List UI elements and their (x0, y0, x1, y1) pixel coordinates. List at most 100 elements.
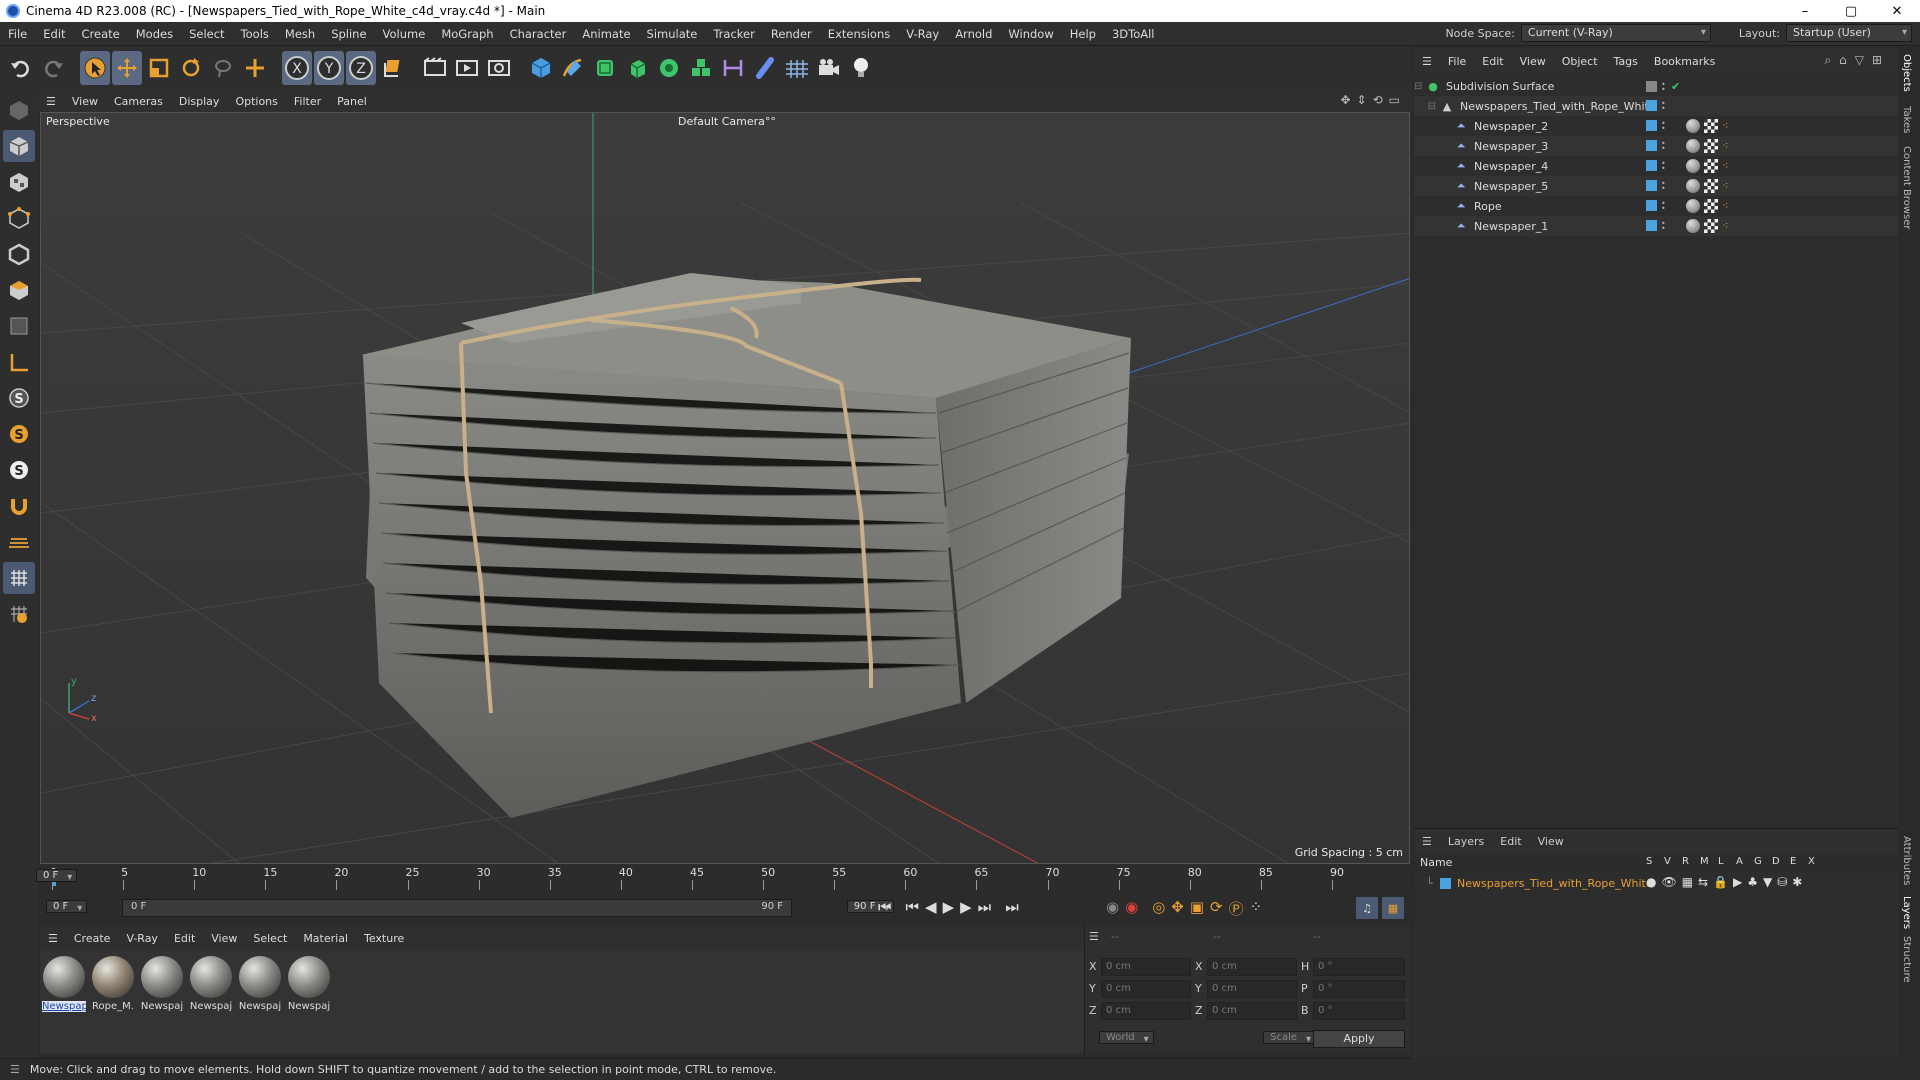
selection-tag-icon[interactable]: ⁖ (1722, 199, 1736, 213)
viewport-menu-options[interactable]: Options (227, 95, 285, 108)
tree-expander-icon[interactable]: ⊟ (1414, 81, 1422, 92)
menu-file[interactable]: File (0, 27, 35, 41)
rot-h-field[interactable]: 0 ° (1313, 958, 1405, 976)
menu-window[interactable]: Window (1000, 27, 1061, 41)
render-view-icon[interactable] (452, 51, 482, 85)
viewport-menu-icon[interactable]: ☰ (38, 95, 64, 108)
material-item[interactable]: Newspaj (287, 956, 331, 1012)
polygons-mode-icon[interactable] (3, 274, 35, 306)
viewport-menu-cameras[interactable]: Cameras (106, 95, 171, 108)
menu-extensions[interactable]: Extensions (820, 27, 898, 41)
viewport-menu-display[interactable]: Display (171, 95, 228, 108)
layer-tag-swatch[interactable] (1646, 200, 1657, 211)
uvw-tag-icon[interactable] (1704, 159, 1718, 173)
pen-icon[interactable] (558, 51, 588, 85)
floor-icon[interactable] (782, 51, 812, 85)
uvw-tag-icon[interactable] (1704, 179, 1718, 193)
apply-button[interactable]: Apply (1313, 1030, 1405, 1048)
layer-menu-layers[interactable]: Layers (1440, 835, 1492, 848)
menu-character[interactable]: Character (502, 27, 575, 41)
coord-scale-dropdown[interactable]: Scale (1263, 1031, 1317, 1044)
grid-icon[interactable] (3, 562, 35, 594)
menu-simulate[interactable]: Simulate (639, 27, 706, 41)
layer-tag-swatch[interactable] (1646, 120, 1657, 131)
viewport-menu-view[interactable]: View (64, 95, 106, 108)
layer-tag-swatch[interactable] (1646, 220, 1657, 231)
menu-modes[interactable]: Modes (128, 27, 181, 41)
timeline[interactable]: 051015202530354045505560657075808590 0 F (36, 864, 1410, 892)
cube-icon[interactable] (526, 51, 556, 85)
object-menu-edit[interactable]: Edit (1474, 55, 1511, 68)
selection-tag-icon[interactable]: ⁖ (1722, 219, 1736, 233)
material-item[interactable]: Rope_M. (91, 956, 135, 1012)
deformer-icon[interactable] (718, 51, 748, 85)
extrude-icon[interactable] (622, 51, 652, 85)
visibility-dots[interactable]: • • (1661, 119, 1667, 132)
material-menu-icon[interactable]: ☰ (40, 932, 66, 945)
material-item[interactable]: Newspaj (238, 956, 282, 1012)
object-row[interactable]: ⏶ Newspaper_1 • • ⁖ (1414, 216, 1898, 236)
object-menu-object[interactable]: Object (1554, 55, 1606, 68)
key-scale-icon[interactable]: ▣ (1190, 898, 1204, 919)
scale-icon[interactable] (144, 51, 174, 85)
material-tag-icon[interactable] (1686, 199, 1700, 213)
material-tag-icon[interactable] (1686, 179, 1700, 193)
x-axis-icon[interactable]: X (282, 51, 312, 85)
object-name[interactable]: Newspapers_Tied_with_Rope_White (1460, 100, 1656, 113)
key-parameter-icon[interactable]: Ⓟ (1229, 898, 1244, 919)
menu-help[interactable]: Help (1062, 27, 1104, 41)
material-item[interactable]: Newspaj (189, 956, 233, 1012)
material-tag-icon[interactable] (1686, 159, 1700, 173)
next-frame-icon[interactable]: ▶ (960, 898, 972, 916)
status-menu-icon[interactable]: ☰ (0, 1063, 30, 1076)
close-button[interactable]: ✕ (1874, 0, 1920, 22)
rot-b-field[interactable]: 0 ° (1313, 1002, 1405, 1020)
key-pla-icon[interactable]: ⁘ (1250, 898, 1263, 919)
redo-icon[interactable] (38, 51, 68, 85)
layer-menu-view[interactable]: View (1530, 835, 1572, 848)
menu-arnold[interactable]: Arnold (947, 27, 1000, 41)
uvw-tag-icon[interactable] (1704, 199, 1718, 213)
undo-icon[interactable] (6, 51, 36, 85)
object-row[interactable]: ⏶ Newspaper_5 • • ⁖ (1414, 176, 1898, 196)
layer-tag-swatch[interactable] (1646, 160, 1657, 171)
material-item[interactable]: Newspaj (140, 956, 184, 1012)
visibility-dots[interactable]: • • (1661, 179, 1667, 192)
menu-select[interactable]: Select (181, 27, 232, 41)
layer-tag-swatch[interactable] (1646, 140, 1657, 151)
selection-tag-icon[interactable]: ⁖ (1722, 119, 1736, 133)
layer-menu-icon[interactable]: ☰ (1414, 835, 1440, 848)
tab-attributes[interactable]: Attributes (1901, 836, 1912, 885)
frame-range-slider[interactable]: 0 F 90 F (122, 899, 792, 917)
uvw-tag-icon[interactable] (1704, 139, 1718, 153)
menu-tools[interactable]: Tools (233, 27, 277, 41)
layer-tag-swatch[interactable] (1646, 180, 1657, 191)
object-row[interactable]: ⏶ Newspaper_4 • • ⁖ (1414, 156, 1898, 176)
object-name[interactable]: Newspaper_5 (1474, 180, 1656, 193)
go-to-start-icon[interactable]: ⏮ (878, 898, 892, 916)
snap-settings-icon[interactable]: S (3, 418, 35, 450)
floor-grid-icon[interactable] (3, 526, 35, 558)
menu-mograph[interactable]: MoGraph (433, 27, 501, 41)
material-menu-vray[interactable]: V-Ray (118, 932, 166, 945)
material-menu-select[interactable]: Select (245, 932, 295, 945)
layout-dropdown[interactable]: Startup (User) (1786, 24, 1912, 42)
minimize-button[interactable]: – (1782, 0, 1828, 22)
current-frame-field[interactable]: 0 F (36, 869, 78, 882)
edges-mode-icon[interactable] (3, 238, 35, 270)
object-name[interactable]: Newspaper_3 (1474, 140, 1656, 153)
viewport-menu-filter[interactable]: Filter (286, 95, 329, 108)
material-menu-texture[interactable]: Texture (356, 932, 412, 945)
subdivision-icon[interactable] (590, 51, 620, 85)
visibility-dots[interactable]: • • (1661, 99, 1667, 112)
render-settings-icon[interactable] (484, 51, 514, 85)
viewport-camera-name[interactable]: Default Camera°° (678, 115, 776, 128)
object-menu-tags[interactable]: Tags (1606, 55, 1646, 68)
menu-vray[interactable]: V-Ray (898, 27, 947, 41)
layer-row[interactable]: └ Newspapers_Tied_with_Rope_White ●👁▦⇆🔒▶… (1414, 874, 1898, 892)
render-region-icon[interactable] (420, 51, 450, 85)
z-axis-icon[interactable]: Z (346, 51, 376, 85)
tree-expander-icon[interactable]: ⊟ (1414, 101, 1436, 112)
make-editable-icon[interactable] (3, 94, 35, 126)
menu-create[interactable]: Create (74, 27, 128, 41)
